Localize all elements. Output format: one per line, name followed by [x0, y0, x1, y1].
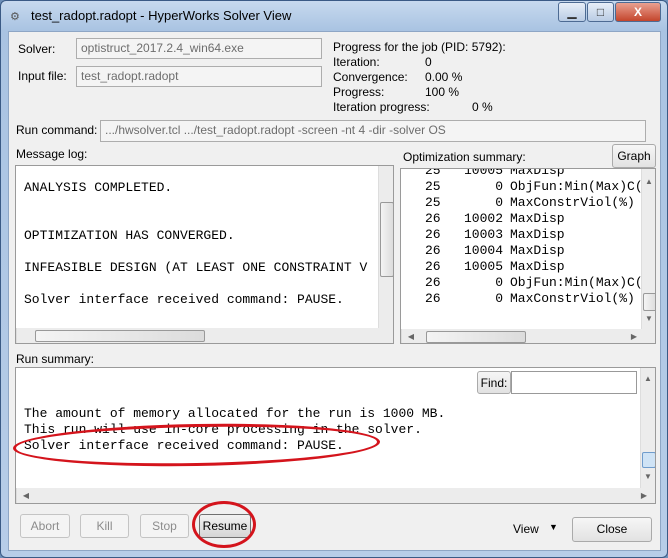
- message-log[interactable]: ANALYSIS COMPLETED. OPTIMIZATION HAS CONV…: [15, 165, 394, 344]
- run-summary-hscroll[interactable]: ◀ ▶: [16, 488, 655, 503]
- close-window-button[interactable]: X: [615, 2, 661, 22]
- chevron-down-icon[interactable]: ▼: [549, 522, 558, 532]
- message-line: ANALYSIS COMPLETED.: [24, 180, 173, 195]
- message-line: Solver interface received command: PAUSE…: [24, 292, 344, 307]
- opt-response: MaxConstrViol(%): [510, 195, 635, 210]
- run-summary-line: The amount of memory allocated for the r…: [24, 406, 446, 421]
- convergence-label: Convergence:: [333, 70, 408, 84]
- opt-id: 10004: [463, 243, 503, 258]
- scroll-left-icon[interactable]: ◀: [404, 332, 418, 341]
- scroll-thumb[interactable]: [643, 293, 655, 311]
- opt-iteration: 25: [425, 195, 441, 210]
- opt-response: ObjFun:Min(Max)C(: [510, 179, 643, 194]
- run-summary-vscroll[interactable]: ▲ ▼: [640, 368, 655, 488]
- opt-id: 0: [495, 275, 503, 290]
- scroll-right-icon[interactable]: ▶: [637, 491, 651, 500]
- solver-view-window: ⚙ test_radopt.radopt - HyperWorks Solver…: [0, 0, 668, 558]
- opt-response: MaxDisp: [510, 259, 565, 274]
- scroll-thumb[interactable]: [642, 452, 655, 468]
- app-icon: ⚙: [10, 11, 20, 23]
- window-title: test_radopt.radopt - HyperWorks Solver V…: [31, 8, 292, 23]
- optimization-vscroll[interactable]: ▲ ▼: [641, 169, 655, 329]
- iteration-progress-label: Iteration progress:: [333, 100, 430, 114]
- stop-button[interactable]: Stop: [140, 514, 189, 538]
- opt-iteration: 26: [425, 275, 441, 290]
- abort-button[interactable]: Abort: [20, 514, 70, 538]
- scroll-up-icon[interactable]: ▲: [641, 374, 655, 383]
- opt-iteration: 26: [425, 291, 441, 306]
- opt-response: MaxDisp: [510, 227, 565, 242]
- optimization-summary[interactable]: 25 10005 MaxDisp 25 0 ObjFun:Min(Max)C( 25 0 Max…: [400, 168, 656, 344]
- run-command-label: Run command:: [16, 123, 98, 137]
- scroll-thumb[interactable]: [426, 331, 526, 343]
- optimization-summary-label: Optimization summary:: [403, 150, 526, 164]
- input-file-field[interactable]: test_radopt.radopt: [76, 66, 322, 87]
- iteration-value: 0: [425, 55, 432, 69]
- opt-response: MaxConstrViol(%): [510, 291, 635, 306]
- opt-id: 10005: [463, 259, 503, 274]
- scroll-thumb[interactable]: [380, 202, 393, 277]
- message-log-vscroll[interactable]: [378, 166, 393, 328]
- find-input[interactable]: [511, 371, 637, 394]
- solver-field[interactable]: optistruct_2017.2.4_win64.exe: [76, 38, 322, 59]
- input-file-label: Input file:: [18, 69, 67, 83]
- optimization-hscroll[interactable]: ◀ ▶: [401, 329, 655, 343]
- opt-iteration: 26: [425, 259, 441, 274]
- progress-value: 100 %: [425, 85, 460, 99]
- annotation-circle-resume: [192, 501, 256, 548]
- opt-id: 10005: [463, 168, 503, 178]
- opt-iteration: 26: [425, 227, 441, 242]
- message-log-hscroll[interactable]: [16, 328, 393, 343]
- opt-response: MaxDisp: [510, 243, 565, 258]
- opt-iteration: 26: [425, 211, 441, 226]
- iteration-progress-value: 0 %: [472, 100, 493, 114]
- run-command-field[interactable]: .../hwsolver.tcl .../test_radopt.radopt …: [100, 120, 646, 142]
- scroll-right-icon[interactable]: ▶: [627, 332, 641, 341]
- maximize-button[interactable]: □: [587, 2, 614, 22]
- scroll-down-icon[interactable]: ▼: [641, 472, 655, 481]
- graph-button[interactable]: Graph: [612, 144, 656, 168]
- minimize-button[interactable]: ▁: [558, 2, 586, 22]
- progress-header: Progress for the job (PID: 5792):: [333, 40, 506, 54]
- message-log-label: Message log:: [16, 147, 88, 161]
- scroll-down-icon[interactable]: ▼: [642, 314, 655, 323]
- opt-id: 0: [495, 179, 503, 194]
- opt-response: MaxDisp: [510, 211, 565, 226]
- scroll-thumb[interactable]: [35, 330, 205, 342]
- opt-id: 10002: [463, 211, 503, 226]
- close-button[interactable]: Close: [572, 517, 652, 542]
- opt-iteration: 26: [425, 243, 441, 258]
- opt-response: ObjFun:Min(Max)C(: [510, 275, 643, 290]
- message-line: OPTIMIZATION HAS CONVERGED.: [24, 228, 235, 243]
- opt-iteration: 25: [425, 168, 441, 178]
- find-button[interactable]: Find:: [477, 371, 511, 394]
- client-area: Solver: optistruct_2017.2.4_win64.exe In…: [8, 31, 661, 551]
- opt-id: 0: [495, 195, 503, 210]
- solver-label: Solver:: [18, 42, 56, 56]
- convergence-value: 0.00 %: [425, 70, 463, 84]
- view-menu[interactable]: View: [513, 522, 539, 536]
- iteration-label: Iteration:: [333, 55, 380, 69]
- progress-label: Progress:: [333, 85, 385, 99]
- opt-iteration: 25: [425, 179, 441, 194]
- scroll-left-icon[interactable]: ◀: [19, 491, 33, 500]
- scroll-up-icon[interactable]: ▲: [642, 177, 655, 186]
- message-line: INFEASIBLE DESIGN (AT LEAST ONE CONSTRAI…: [24, 260, 368, 275]
- kill-button[interactable]: Kill: [80, 514, 129, 538]
- opt-id: 10003: [463, 227, 503, 242]
- opt-response: MaxDisp: [510, 168, 565, 178]
- opt-id: 0: [495, 291, 503, 306]
- run-summary-label: Run summary:: [16, 352, 95, 366]
